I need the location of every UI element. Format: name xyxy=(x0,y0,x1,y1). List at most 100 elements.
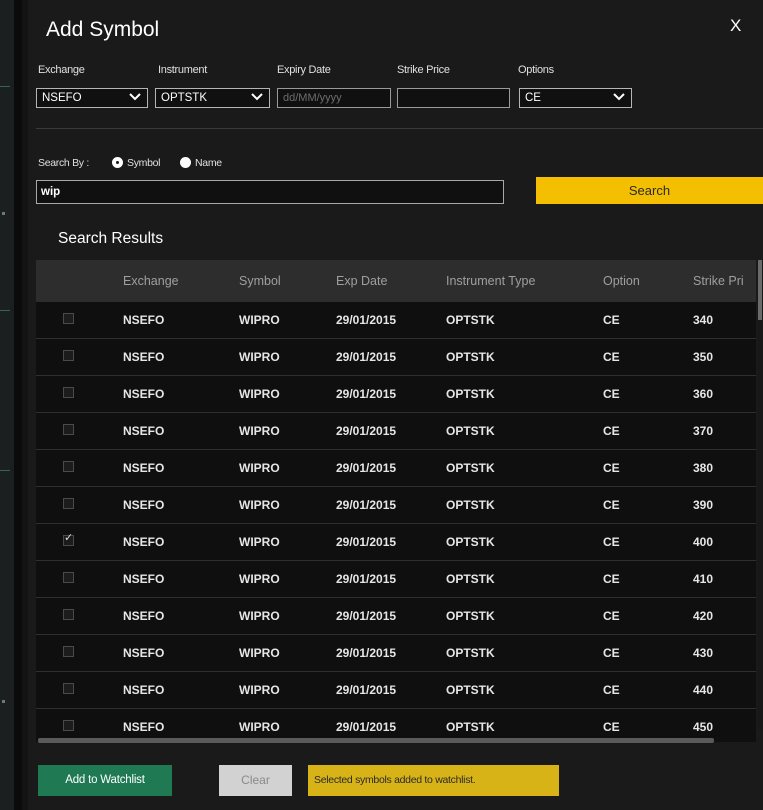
row-checkbox[interactable] xyxy=(63,424,74,435)
row-checkbox[interactable] xyxy=(63,313,74,324)
cell-option: CE xyxy=(603,609,620,623)
cell-symbol: WIPRO xyxy=(239,609,280,623)
search-button[interactable]: Search xyxy=(536,177,763,204)
cell-exchange: NSEFO xyxy=(123,609,165,623)
table-row[interactable]: NSEFO WIPRO 29/01/2015 OPTSTK CE 360 xyxy=(36,376,756,413)
radio-name[interactable] xyxy=(180,157,191,168)
table-row[interactable]: NSEFO WIPRO 29/01/2015 OPTSTK CE 430 xyxy=(36,635,756,672)
vertical-scrollbar-thumb[interactable] xyxy=(758,260,762,320)
options-value: CE xyxy=(525,92,541,104)
cell-exp-date: 29/01/2015 xyxy=(336,461,397,475)
add-symbol-dialog: Add Symbol X Exchange Instrument Expiry … xyxy=(22,0,763,810)
column-header-exchange[interactable]: Exchange xyxy=(123,260,179,302)
radio-name-label[interactable]: Name xyxy=(195,157,222,169)
cell-exp-date: 29/01/2015 xyxy=(336,350,397,364)
background-chart-strip xyxy=(0,0,14,810)
row-checkbox[interactable] xyxy=(63,609,74,620)
checkmark-icon: ✓ xyxy=(64,532,74,544)
cell-symbol: WIPRO xyxy=(239,424,280,438)
cell-option: CE xyxy=(603,350,620,364)
vertical-scrollbar[interactable] xyxy=(757,260,763,730)
options-select[interactable]: CE xyxy=(519,88,632,108)
search-query: wip xyxy=(41,186,61,198)
cell-instrument-type: OPTSTK xyxy=(446,646,495,660)
table-header: Exchange Symbol Exp Date Instrument Type… xyxy=(36,260,756,302)
cell-symbol: WIPRO xyxy=(239,683,280,697)
cell-strike: 340 xyxy=(693,313,714,327)
row-checkbox[interactable] xyxy=(63,646,74,657)
strike-price-input[interactable] xyxy=(397,88,510,108)
column-header-instrument-type[interactable]: Instrument Type xyxy=(446,260,535,302)
column-header-exp-date[interactable]: Exp Date xyxy=(336,260,387,302)
row-checkbox[interactable] xyxy=(63,572,74,583)
cell-strike: 350 xyxy=(693,350,714,364)
table-row[interactable]: NSEFO WIPRO 29/01/2015 OPTSTK CE 390 xyxy=(36,487,756,524)
cell-instrument-type: OPTSTK xyxy=(446,609,495,623)
options-label: Options xyxy=(518,64,554,76)
cell-option: CE xyxy=(603,313,620,327)
table-row[interactable]: NSEFO WIPRO 29/01/2015 OPTSTK CE 370 xyxy=(36,413,756,450)
expiry-date-input[interactable]: dd/MM/yyyy xyxy=(277,88,391,108)
row-checkbox[interactable] xyxy=(63,461,74,472)
cell-option: CE xyxy=(603,683,620,697)
exchange-value: NSEFO xyxy=(42,92,82,104)
table-row[interactable]: ✓ NSEFO WIPRO 29/01/2015 OPTSTK CE 400 xyxy=(36,524,756,561)
chevron-down-icon xyxy=(129,93,141,101)
cell-exchange: NSEFO xyxy=(123,683,165,697)
cell-instrument-type: OPTSTK xyxy=(446,535,495,549)
cell-instrument-type: OPTSTK xyxy=(446,424,495,438)
cell-exchange: NSEFO xyxy=(123,424,165,438)
cell-option: CE xyxy=(603,572,620,586)
column-header-strike-price[interactable]: Strike Pri xyxy=(693,260,744,302)
cell-symbol: WIPRO xyxy=(239,350,280,364)
chevron-down-icon xyxy=(251,93,263,101)
cell-symbol: WIPRO xyxy=(239,461,280,475)
column-header-symbol[interactable]: Symbol xyxy=(239,260,281,302)
table-row[interactable]: NSEFO WIPRO 29/01/2015 OPTSTK CE 380 xyxy=(36,450,756,487)
horizontal-scrollbar[interactable] xyxy=(38,738,714,743)
cell-strike: 360 xyxy=(693,387,714,401)
row-checkbox[interactable] xyxy=(63,720,74,731)
cell-strike: 410 xyxy=(693,572,714,586)
instrument-select[interactable]: OPTSTK xyxy=(155,88,270,108)
cell-strike: 370 xyxy=(693,424,714,438)
cell-exchange: NSEFO xyxy=(123,535,165,549)
column-header-option[interactable]: Option xyxy=(603,260,640,302)
cell-exp-date: 29/01/2015 xyxy=(336,609,397,623)
cell-exp-date: 29/01/2015 xyxy=(336,387,397,401)
cell-instrument-type: OPTSTK xyxy=(446,461,495,475)
row-checkbox[interactable]: ✓ xyxy=(63,532,74,546)
cell-exchange: NSEFO xyxy=(123,313,165,327)
clear-button[interactable]: Clear xyxy=(219,765,292,796)
table-row[interactable]: NSEFO WIPRO 29/01/2015 OPTSTK CE 340 xyxy=(36,302,756,339)
table-row[interactable]: NSEFO WIPRO 29/01/2015 OPTSTK CE 420 xyxy=(36,598,756,635)
divider xyxy=(36,128,763,129)
row-checkbox[interactable] xyxy=(63,498,74,509)
cell-strike: 440 xyxy=(693,683,714,697)
search-input[interactable]: wip xyxy=(36,180,504,204)
cell-instrument-type: OPTSTK xyxy=(446,387,495,401)
row-checkbox[interactable] xyxy=(63,683,74,694)
chevron-down-icon xyxy=(613,93,625,101)
background-tick xyxy=(0,470,10,471)
cell-option: CE xyxy=(603,498,620,512)
cell-exp-date: 29/01/2015 xyxy=(336,498,397,512)
cell-option: CE xyxy=(603,646,620,660)
expiry-date-placeholder: dd/MM/yyyy xyxy=(283,92,342,104)
strike-price-label: Strike Price xyxy=(397,64,450,76)
add-to-watchlist-button[interactable]: Add to Watchlist xyxy=(38,765,172,796)
radio-symbol-label[interactable]: Symbol xyxy=(127,157,161,169)
row-checkbox[interactable] xyxy=(63,387,74,398)
exchange-select[interactable]: NSEFO xyxy=(36,88,148,108)
cell-option: CE xyxy=(603,387,620,401)
row-checkbox[interactable] xyxy=(63,350,74,361)
expiry-date-label: Expiry Date xyxy=(277,64,331,76)
table-row[interactable]: NSEFO WIPRO 29/01/2015 OPTSTK CE 440 xyxy=(36,672,756,709)
cell-symbol: WIPRO xyxy=(239,535,280,549)
radio-symbol[interactable] xyxy=(112,157,123,168)
cell-symbol: WIPRO xyxy=(239,498,280,512)
table-row[interactable]: NSEFO WIPRO 29/01/2015 OPTSTK CE 410 xyxy=(36,561,756,598)
table-row[interactable]: NSEFO WIPRO 29/01/2015 OPTSTK CE 350 xyxy=(36,339,756,376)
instrument-value: OPTSTK xyxy=(161,92,208,104)
close-button[interactable]: X xyxy=(730,16,741,36)
